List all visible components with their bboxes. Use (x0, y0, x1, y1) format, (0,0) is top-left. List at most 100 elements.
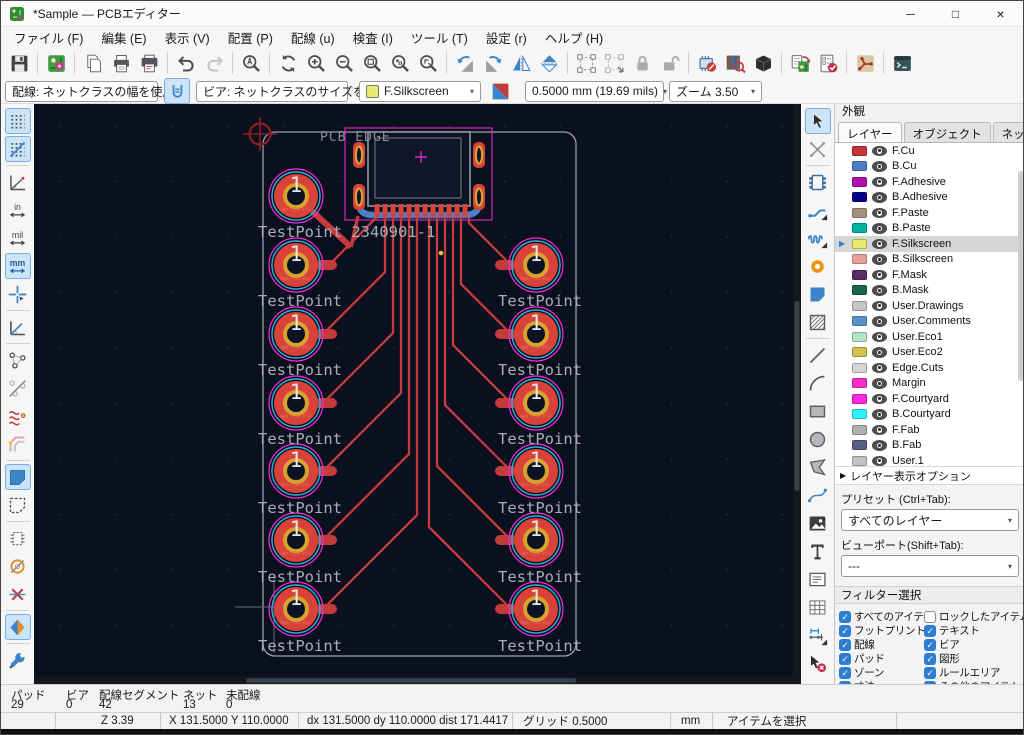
rotate-ccw-button[interactable] (452, 50, 478, 76)
layer-visibility-eye-icon[interactable] (872, 161, 887, 172)
layer-color-swatch[interactable] (852, 362, 867, 373)
page-settings-button[interactable] (80, 50, 106, 76)
testpoint-silkscreen-label[interactable]: TestPoint (498, 568, 582, 586)
testpoint-silkscreen-label[interactable]: TestPoint (498, 292, 582, 310)
layer-row-F.Mask[interactable]: F.Mask (835, 267, 1023, 283)
preset-dropdown[interactable]: すべてのレイヤー ▾ (841, 509, 1019, 531)
filter-item-8[interactable]: ✓ ゾーン (839, 666, 924, 679)
grid-dropdown[interactable]: 0.5000 mm (19.69 mils) ▾ (525, 80, 667, 102)
layer-color-swatch[interactable] (852, 316, 867, 327)
sketch-footprints-button[interactable] (5, 525, 31, 551)
testpoint-pad[interactable]: 1 Net-(J1-P1) (508, 512, 564, 568)
layer-visibility-eye-icon[interactable] (872, 424, 887, 435)
layer-row-F.Courtyard[interactable]: F.Courtyard (835, 391, 1023, 407)
testpoint-silkscreen-label[interactable]: TestPoint (498, 430, 582, 448)
layer-color-swatch[interactable] (852, 424, 867, 435)
filter-item-0[interactable]: ✓ すべてのアイテム (839, 610, 934, 623)
layer-color-swatch[interactable] (852, 223, 867, 234)
testpoint-pad[interactable]: 1 Net-(J1-P1) (268, 237, 324, 293)
layer-visibility-eye-icon[interactable] (872, 238, 887, 249)
layer-color-swatch[interactable] (852, 331, 867, 342)
unlock-button[interactable] (657, 50, 683, 76)
testpoint-pad[interactable]: 1 Net-(J1-P1) (508, 375, 564, 431)
footprint-editor-button[interactable] (694, 50, 720, 76)
layer-color-swatch[interactable] (852, 145, 867, 156)
layer-visibility-eye-icon[interactable] (872, 316, 887, 327)
layer-row-F.Cu[interactable]: F.Cu (835, 143, 1023, 159)
via-size-dropdown[interactable]: ビア: ネットクラスのサイズを使用 ▾ (196, 80, 398, 102)
layer-visibility-eye-icon[interactable] (872, 145, 887, 156)
layer-visibility-eye-icon[interactable] (872, 192, 887, 203)
layer-row-Margin[interactable]: Margin (835, 376, 1023, 392)
refresh-view-button[interactable] (275, 50, 301, 76)
menu-item-1[interactable]: 編集 (E) (92, 27, 155, 48)
plot-button[interactable] (136, 50, 162, 76)
menu-item-5[interactable]: 検査 (I) (344, 27, 402, 48)
layer-row-B.Adhesive[interactable]: B.Adhesive (835, 190, 1023, 206)
layer-visibility-eye-icon[interactable] (872, 409, 887, 420)
layer-row-User.Drawings[interactable]: User.Drawings (835, 298, 1023, 314)
design-rules-check-button[interactable] (815, 50, 841, 76)
add-image-button[interactable] (805, 510, 831, 536)
layer-row-F.Paste[interactable]: F.Paste (835, 205, 1023, 221)
layer-row-B.Paste[interactable]: B.Paste (835, 221, 1023, 237)
filter-item-3[interactable]: ✓ テキスト (924, 624, 1023, 637)
layer-visibility-eye-icon[interactable] (872, 300, 887, 311)
track-width-dropdown[interactable]: 配線: ネットクラスの幅を使用 ▾ (5, 80, 183, 102)
testpoint-silkscreen-label[interactable]: TestPoint (498, 361, 582, 379)
layer-visibility-eye-icon[interactable] (872, 440, 887, 451)
layer-color-swatch[interactable] (852, 440, 867, 451)
scripting-console-button[interactable] (889, 50, 915, 76)
zoom-fit-objects-button[interactable] (387, 50, 413, 76)
tune-length-button[interactable] (805, 225, 831, 251)
testpoint-silkscreen-label[interactable]: TestPoint (498, 637, 582, 655)
swap-layer-pair-button[interactable] (487, 78, 513, 104)
lock-button[interactable] (629, 50, 655, 76)
layer-color-swatch[interactable] (852, 393, 867, 404)
layer-row-User.Comments[interactable]: User.Comments (835, 314, 1023, 330)
filter-item-4[interactable]: ✓ 配線 (839, 638, 924, 651)
layer-row-F.Fab[interactable]: F.Fab (835, 422, 1023, 438)
footprint-browser-button[interactable] (722, 50, 748, 76)
zoom-in-button[interactable] (303, 50, 329, 76)
units-inches-button[interactable]: in (5, 197, 31, 223)
testpoint-silkscreen-label[interactable]: TestPoint (258, 637, 342, 655)
checkbox[interactable] (924, 610, 936, 623)
hide-ratsnest-button[interactable] (5, 375, 31, 401)
add-table-button[interactable] (805, 594, 831, 620)
units-mils-button[interactable]: mil (5, 225, 31, 251)
grid-dots-button[interactable] (4, 108, 31, 134)
place-footprint-button[interactable] (805, 169, 831, 195)
checkbox[interactable]: ✓ (839, 624, 851, 637)
testpoint-silkscreen-label[interactable]: TestPoint (258, 499, 342, 517)
track-width-sync-button[interactable] (164, 78, 190, 104)
layer-color-swatch[interactable] (852, 285, 867, 296)
redo-button[interactable] (201, 50, 227, 76)
pcb-edge-text[interactable]: PCB EDGE (320, 130, 391, 145)
draw-arc-button[interactable] (805, 370, 831, 396)
testpoint-pad[interactable]: 1 Net-(J1-P1) (508, 306, 564, 362)
testpoint-silkscreen-label[interactable]: TestPoint (258, 292, 342, 310)
update-pcb-from-schematic-button[interactable] (787, 50, 813, 76)
testpoint-pad[interactable]: 1 Net-(J1-P1) (508, 581, 564, 637)
layer-row-B.Cu[interactable]: B.Cu (835, 159, 1023, 175)
polar-coordinates-button[interactable] (5, 169, 31, 195)
select-button[interactable] (804, 108, 831, 134)
route-tracks-button[interactable] (805, 197, 831, 223)
delete-tool-button[interactable] (805, 650, 831, 676)
draw-bezier-button[interactable] (805, 482, 831, 508)
layer-color-swatch[interactable] (852, 161, 867, 172)
layer-color-swatch[interactable] (852, 254, 867, 265)
active-layer-dropdown[interactable]: F.Silkscreen ▾ (359, 80, 481, 102)
zone-fill-mode-button[interactable] (4, 464, 31, 490)
layer-color-swatch[interactable] (852, 238, 867, 249)
net-highlight-button[interactable] (5, 431, 31, 457)
layer-visibility-eye-icon[interactable] (872, 176, 887, 187)
pcb-canvas[interactable]: 1 Net-(J1-P1) 1 Net-(J1-P1) 1 Net-(J1-P1) 1 Net… (34, 104, 801, 684)
show-ratsnest-button[interactable] (5, 347, 31, 373)
filter-item-5[interactable]: ✓ ビア (924, 638, 1023, 651)
testpoint-pad[interactable]: 1 Net-(J1-P1) (268, 581, 324, 637)
group-button[interactable] (573, 50, 599, 76)
layer-color-swatch[interactable] (852, 300, 867, 311)
properties-panel-button[interactable] (5, 647, 31, 673)
